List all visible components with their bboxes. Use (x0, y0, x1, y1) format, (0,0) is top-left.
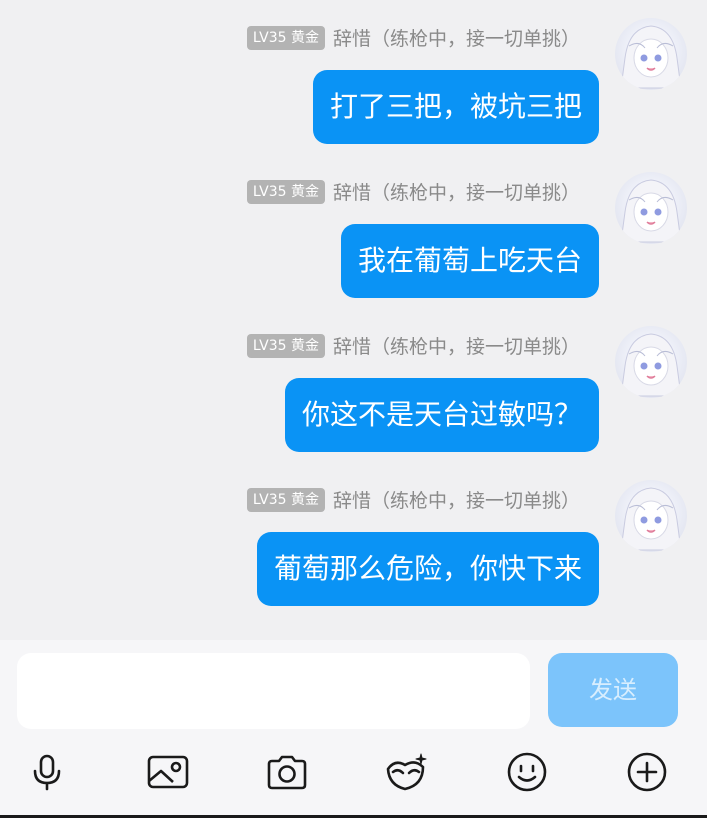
sender-meta: LV35 黄金 辞惜（练枪中，接一切单挑） (246, 486, 580, 513)
add-icon[interactable] (623, 748, 671, 796)
sender-meta: LV35 黄金 辞惜（练枪中，接一切单挑） (246, 178, 580, 205)
message-input[interactable] (17, 653, 530, 729)
level-badge: LV35 黄金 (246, 25, 325, 50)
mask-sticker-icon[interactable] (382, 748, 430, 796)
chat-area: LV35 黄金 辞惜（练枪中，接一切单挑） 打了三把，被坑三把 LV35 黄金 … (0, 0, 707, 640)
camera-icon[interactable] (263, 748, 311, 796)
avatar-illustration (620, 487, 682, 551)
microphone-icon[interactable] (23, 748, 71, 796)
input-toolbar (0, 740, 707, 802)
message-row: LV35 黄金 辞惜（练枪中，接一切单挑） 我在葡萄上吃天台 (0, 154, 707, 308)
sender-name[interactable]: 辞惜（练枪中，接一切单挑） (333, 24, 580, 51)
avatar[interactable] (615, 326, 687, 398)
avatar-illustration (620, 333, 682, 397)
level-badge: LV35 黄金 (246, 487, 325, 512)
avatar[interactable] (615, 480, 687, 552)
sender-name[interactable]: 辞惜（练枪中，接一切单挑） (333, 486, 580, 513)
emoji-icon[interactable] (503, 748, 551, 796)
send-button[interactable]: 发送 (548, 653, 678, 727)
level-badge: LV35 黄金 (246, 179, 325, 204)
message-row: LV35 黄金 辞惜（练枪中，接一切单挑） 打了三把，被坑三把 (0, 0, 707, 154)
message-bubble[interactable]: 葡萄那么危险，你快下来 (256, 532, 599, 606)
message-bubble[interactable]: 你这不是天台过敏吗？ (284, 378, 599, 452)
composer-panel: 发送 (0, 640, 707, 818)
message-row: LV35 黄金 辞惜（练枪中，接一切单挑） 葡萄那么危险，你快下来 (0, 462, 707, 616)
avatar-illustration (620, 179, 682, 243)
avatar[interactable] (615, 172, 687, 244)
image-icon[interactable] (144, 748, 192, 796)
sender-name[interactable]: 辞惜（练枪中，接一切单挑） (333, 332, 580, 359)
avatar[interactable] (615, 18, 687, 90)
level-badge: LV35 黄金 (246, 333, 325, 358)
sender-meta: LV35 黄金 辞惜（练枪中，接一切单挑） (246, 332, 580, 359)
sender-meta: LV35 黄金 辞惜（练枪中，接一切单挑） (246, 24, 580, 51)
message-bubble[interactable]: 我在葡萄上吃天台 (340, 224, 599, 298)
message-bubble[interactable]: 打了三把，被坑三把 (312, 70, 599, 144)
avatar-illustration (620, 25, 682, 89)
message-row: LV35 黄金 辞惜（练枪中，接一切单挑） 你这不是天台过敏吗？ (0, 308, 707, 462)
sender-name[interactable]: 辞惜（练枪中，接一切单挑） (333, 178, 580, 205)
